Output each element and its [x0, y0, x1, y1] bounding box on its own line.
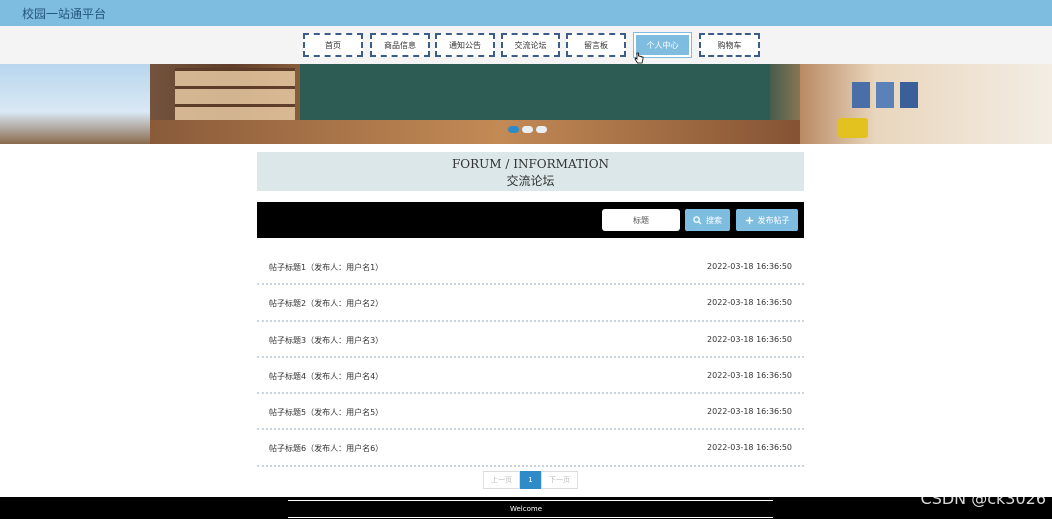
post-time: 2022-03-18 16:36:50 — [707, 298, 792, 308]
nav-item-home[interactable]: 首页 — [303, 33, 363, 57]
post-title[interactable]: 帖子标题2（发布人：用户名2） — [269, 298, 383, 309]
banner-window — [0, 64, 150, 144]
banner-poster — [900, 82, 918, 108]
nav-item-notices[interactable]: 通知公告 — [435, 33, 495, 57]
search-bar: 搜索 发布帖子 — [257, 202, 804, 238]
footer-divider — [288, 517, 773, 518]
footer-welcome: Welcome — [509, 505, 543, 513]
post-row[interactable]: 帖子标题6（发布人：用户名6） 2022-03-18 16:36:50 — [257, 430, 804, 467]
carousel-dot[interactable] — [508, 126, 519, 133]
footer-divider — [288, 500, 773, 501]
section-title-en: FORUM / INFORMATION — [451, 157, 610, 171]
post-title[interactable]: 帖子标题4（发布人：用户名4） — [269, 371, 383, 382]
post-title[interactable]: 帖子标题5（发布人：用户名5） — [269, 407, 383, 418]
main-nav: 首页 商品信息 通知公告 交流论坛 留言板 个人中心 购物车 — [0, 26, 1052, 64]
post-row[interactable]: 帖子标题4（发布人：用户名4） 2022-03-18 16:36:50 — [257, 358, 804, 395]
post-row[interactable]: 帖子标题1（发布人：用户名1） 2022-03-18 16:36:50 — [257, 249, 804, 286]
post-title[interactable]: 帖子标题1（发布人：用户名1） — [269, 262, 383, 273]
carousel-dot[interactable] — [536, 126, 547, 133]
banner-blackboard — [300, 64, 770, 120]
search-icon — [693, 215, 702, 225]
site-brand: 校园一站通平台 — [22, 7, 107, 21]
plus-icon — [745, 216, 753, 224]
watermark: CSDN @ck3026 — [920, 489, 1046, 508]
page-number-button[interactable]: 1 — [520, 471, 541, 489]
post-list: 帖子标题1（发布人：用户名1） 2022-03-18 16:36:50 帖子标题… — [257, 249, 804, 467]
hand-cursor-icon — [634, 52, 644, 64]
nav-item-cart[interactable]: 购物车 — [699, 33, 760, 57]
carousel-indicators — [508, 126, 547, 133]
banner-poster — [852, 82, 870, 108]
post-time: 2022-03-18 16:36:50 — [707, 334, 792, 344]
add-post-button-label: 发布帖子 — [757, 215, 790, 225]
banner-desks — [150, 120, 850, 144]
nav-item-forum[interactable]: 交流论坛 — [501, 33, 560, 57]
section-title: FORUM / INFORMATION 交流论坛 — [257, 152, 804, 191]
post-time: 2022-03-18 16:36:50 — [707, 443, 792, 453]
post-time: 2022-03-18 16:36:50 — [707, 262, 792, 271]
search-button[interactable]: 搜索 — [685, 209, 730, 231]
banner-poster — [876, 82, 894, 108]
post-row[interactable]: 帖子标题5（发布人：用户名5） 2022-03-18 16:36:50 — [257, 394, 804, 431]
next-page-button[interactable]: 下一页 — [541, 471, 578, 489]
search-input[interactable] — [602, 209, 680, 231]
nav-item-products[interactable]: 商品信息 — [370, 33, 430, 57]
top-bar: 校园一站通平台 — [0, 0, 1052, 26]
section-title-cn: 交流论坛 — [506, 174, 555, 188]
post-time: 2022-03-18 16:36:50 — [707, 370, 792, 380]
search-button-label: 搜索 — [706, 215, 722, 225]
post-title[interactable]: 帖子标题3（发布人：用户名3） — [269, 335, 383, 346]
post-title[interactable]: 帖子标题6（发布人：用户名6） — [269, 443, 383, 454]
footer: Welcome — [0, 497, 1052, 519]
prev-page-button[interactable]: 上一页 — [483, 471, 520, 489]
post-row[interactable]: 帖子标题2（发布人：用户名2） 2022-03-18 16:36:50 — [257, 285, 804, 322]
add-post-button[interactable]: 发布帖子 — [736, 209, 798, 231]
post-time: 2022-03-18 16:36:50 — [707, 407, 792, 417]
post-row[interactable]: 帖子标题3（发布人：用户名3） 2022-03-18 16:36:50 — [257, 322, 804, 358]
banner-bag — [838, 118, 868, 138]
carousel-dot[interactable] — [522, 126, 533, 133]
nav-item-messages[interactable]: 留言板 — [566, 33, 626, 57]
